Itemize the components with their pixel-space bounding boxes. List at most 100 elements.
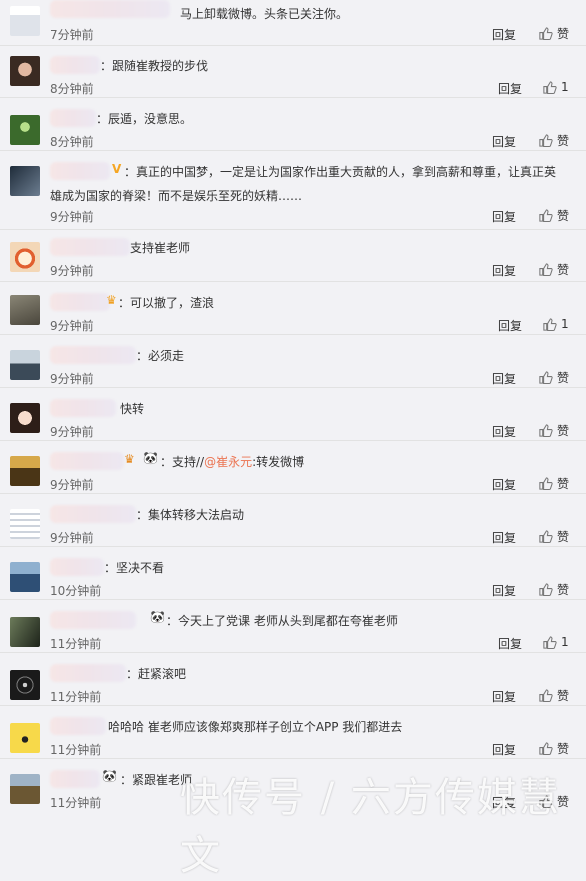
like-count: 1: [561, 80, 569, 94]
thumbs-up-icon: [539, 26, 553, 40]
reply-button[interactable]: 回复: [492, 370, 516, 387]
like-label: 赞: [557, 133, 570, 148]
thumbs-up-icon: [539, 741, 553, 755]
avatar[interactable]: [10, 115, 40, 145]
avatar[interactable]: [10, 456, 40, 486]
comment-row: ：集体转移大法启动 9分钟前 回复 赞: [0, 495, 586, 547]
like-button[interactable]: 赞: [538, 686, 569, 704]
comment-time: 8分钟前: [50, 82, 94, 96]
avatar[interactable]: [10, 350, 40, 380]
reply-button[interactable]: 回复: [492, 688, 516, 705]
blurred-username: [50, 770, 100, 788]
comment-time: 9分钟前: [50, 478, 94, 492]
comment-time: 11分钟前: [50, 743, 102, 757]
comment-time: 10分钟前: [50, 584, 102, 598]
comment-text: ：坚决不看: [104, 561, 165, 575]
panda-icon: 🐼: [150, 610, 165, 624]
like-label: 赞: [557, 370, 570, 385]
like-button[interactable]: 1: [542, 315, 569, 333]
thumbs-up-icon: [543, 80, 557, 94]
comment-text: ：今天上了党课 老师从头到尾都在夸崔老师: [166, 614, 398, 628]
reply-button[interactable]: 回复: [492, 529, 516, 546]
reply-button[interactable]: 回复: [492, 208, 516, 225]
comment-text-suffix: :转发微博: [252, 455, 305, 469]
blurred-username: [50, 558, 104, 576]
comment-text: ：集体转移大法启动: [136, 508, 245, 522]
thumbs-up-icon: [543, 635, 557, 649]
comment-text: ：赶紧滚吧: [126, 667, 187, 681]
like-button[interactable]: 赞: [538, 739, 569, 757]
like-label: 赞: [557, 582, 570, 597]
thumbs-up-icon: [543, 317, 557, 331]
avatar[interactable]: [10, 562, 40, 592]
comment-row: ：辰遁，没意思。 8分钟前 回复 赞: [0, 99, 586, 151]
comment-text: ：必须走: [136, 349, 185, 363]
reply-button[interactable]: 回复: [492, 423, 516, 440]
like-button[interactable]: 赞: [538, 580, 569, 598]
like-button[interactable]: 赞: [538, 24, 569, 42]
comment-text-line1: ：真正的中国梦，一定是让为国家作出重大贡献的人，拿到高薪和尊重，让真正英: [124, 165, 557, 179]
panda-icon: 🐼: [143, 451, 158, 465]
comment-time: 11分钟前: [50, 690, 102, 704]
comment-text-line2: 雄成为国家的脊梁！而不是娱乐至死的妖精……: [50, 189, 303, 203]
like-button[interactable]: 赞: [538, 131, 569, 149]
comment-row: 快转 9分钟前 回复 赞: [0, 389, 586, 441]
reply-button[interactable]: 回复: [492, 582, 516, 599]
blurred-username: [50, 399, 116, 417]
blurred-username: [50, 452, 124, 470]
comment-row: ：坚决不看 10分钟前 回复 赞: [0, 548, 586, 600]
comment-row: ：跟随崔教授的步伐 8分钟前 回复 1: [0, 46, 586, 98]
comment-row: ♛ 🐼 ：支持//@崔永元:转发微博 9分钟前 回复 赞: [0, 442, 586, 494]
avatar[interactable]: [10, 723, 40, 753]
blurred-username: [50, 505, 136, 523]
avatar[interactable]: [10, 6, 40, 36]
avatar[interactable]: [10, 617, 40, 647]
like-button[interactable]: 赞: [538, 368, 569, 386]
comment-row: ♛ ：可以撤了，渣浪 9分钟前 回复 1: [0, 283, 586, 335]
reply-button[interactable]: 回复: [498, 635, 522, 652]
like-button[interactable]: 赞: [538, 474, 569, 492]
reply-button[interactable]: 回复: [498, 80, 522, 97]
comment-row: 马上卸载微博。头条已关注你。 7分钟前 回复 赞: [0, 0, 586, 46]
like-button[interactable]: 赞: [538, 421, 569, 439]
thumbs-up-icon: [539, 582, 553, 596]
like-label: 赞: [557, 208, 570, 223]
avatar[interactable]: [10, 166, 40, 196]
blurred-username: [50, 717, 106, 735]
thumbs-up-icon: [539, 529, 553, 543]
comment-row: V ：真正的中国梦，一定是让为国家作出重大贡献的人，拿到高薪和尊重，让真正英 雄…: [0, 152, 586, 230]
like-label: 赞: [557, 476, 570, 491]
blurred-username: [50, 293, 110, 311]
like-label: 赞: [557, 423, 570, 438]
watermark-text: 快传号 / 六方传媒慧文: [180, 775, 561, 879]
avatar[interactable]: [10, 774, 40, 804]
avatar[interactable]: [10, 670, 40, 700]
avatar[interactable]: [10, 295, 40, 325]
avatar[interactable]: [10, 242, 40, 272]
reply-button[interactable]: 回复: [492, 26, 516, 43]
reply-button[interactable]: 回复: [492, 741, 516, 758]
like-button[interactable]: 1: [542, 78, 569, 96]
like-button[interactable]: 赞: [538, 260, 569, 278]
blurred-username: [50, 238, 130, 256]
like-label: 赞: [557, 529, 570, 544]
blurred-username: [50, 109, 96, 127]
avatar[interactable]: [10, 56, 40, 86]
reply-button[interactable]: 回复: [492, 262, 516, 279]
thumbs-up-icon: [539, 262, 553, 276]
reply-button[interactable]: 回复: [492, 476, 516, 493]
like-count: 1: [561, 635, 569, 649]
comment-row: ：必须走 9分钟前 回复 赞: [0, 336, 586, 388]
like-button[interactable]: 1: [542, 633, 569, 651]
comment-row: 支持崔老师 9分钟前 回复 赞: [0, 230, 586, 282]
blurred-username: [50, 0, 170, 18]
comment-row: 哈哈哈 崔老师应该像郑爽那样子创立个APP 我们都进去 11分钟前 回复 赞: [0, 707, 586, 759]
like-button[interactable]: 赞: [538, 206, 569, 224]
reply-button[interactable]: 回复: [498, 317, 522, 334]
crown-icon: ♛: [106, 293, 117, 307]
mention-link[interactable]: @崔永元: [204, 455, 252, 469]
avatar[interactable]: [10, 403, 40, 433]
avatar[interactable]: [10, 509, 40, 539]
reply-button[interactable]: 回复: [492, 133, 516, 150]
like-button[interactable]: 赞: [538, 527, 569, 545]
